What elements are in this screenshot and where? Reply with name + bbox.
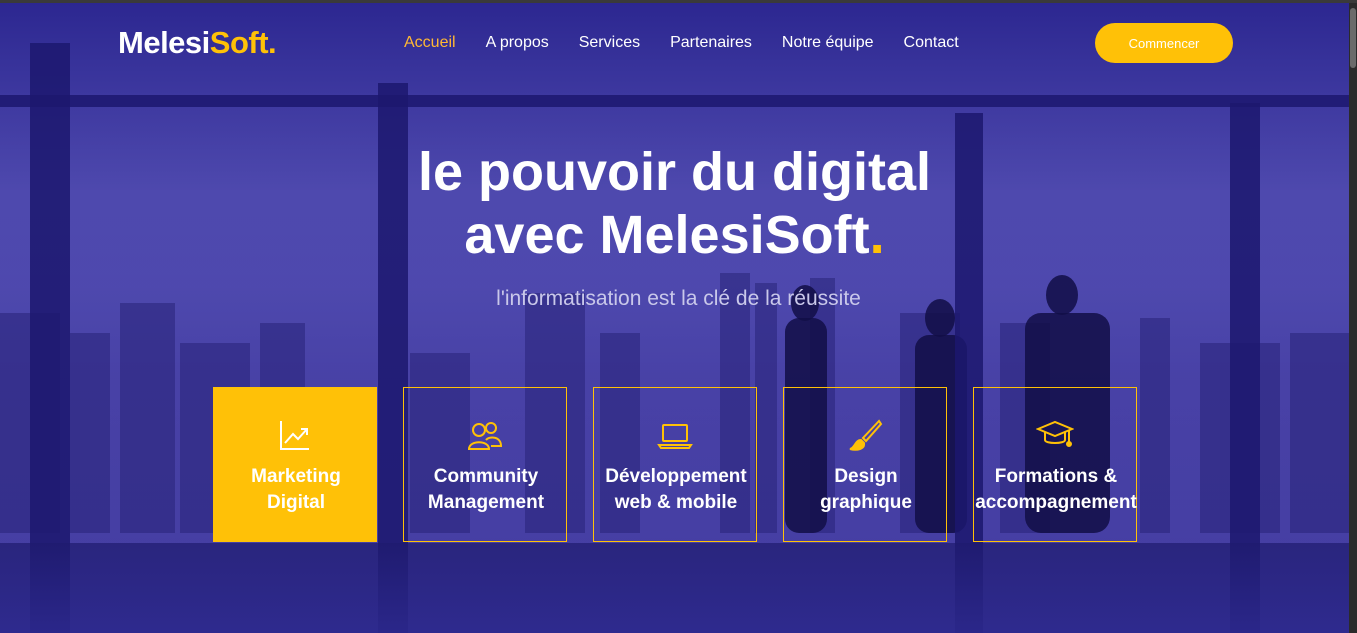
- service-card-title-line1: Développement: [605, 466, 747, 487]
- service-card-design-graphique[interactable]: Design graphique: [783, 387, 947, 542]
- service-card-title-line2: accompagnement: [975, 492, 1137, 513]
- service-card-title-line1: Design: [834, 466, 898, 487]
- service-card-developpement[interactable]: Développement web & mobile: [593, 387, 757, 542]
- hero-headline-line2-text: avec MelesiSoft: [464, 205, 870, 265]
- window-beam: [0, 95, 1349, 107]
- service-card-title-line2: Management: [427, 492, 545, 513]
- service-card-title: Développement web & mobile: [584, 464, 768, 516]
- hero-headline-line2: avec MelesiSoft.: [0, 204, 1349, 267]
- brand-name-main: Melesi: [118, 25, 210, 60]
- nav-link-partenaires[interactable]: Partenaires: [670, 34, 752, 52]
- service-card-title-line1: Community: [433, 466, 539, 487]
- commencer-button[interactable]: Commencer: [1095, 23, 1233, 63]
- brand-dot: .: [268, 25, 277, 60]
- floor: [0, 543, 1349, 633]
- graduation-cap-icon: [974, 418, 1136, 452]
- hero-headline: le pouvoir du digital avec MelesiSoft.: [0, 141, 1349, 267]
- hero-subtitle: l'informatisation est la clé de la réuss…: [496, 287, 861, 310]
- nav-link-contact[interactable]: Contact: [904, 34, 959, 52]
- users-icon: [404, 418, 566, 452]
- hero-headline-line1: le pouvoir du digital: [418, 142, 931, 202]
- service-card-community-management[interactable]: Community Management: [403, 387, 567, 542]
- chart-line-icon: [214, 418, 376, 452]
- service-card-title-line2: web & mobile: [614, 492, 738, 513]
- scrollbar-thumb[interactable]: [1350, 8, 1356, 68]
- paint-brush-icon: [784, 418, 946, 452]
- service-card-formations[interactable]: Formations & accompagnement: [973, 387, 1137, 542]
- nav-link-a-propos[interactable]: A propos: [486, 34, 549, 52]
- service-card-title-line1: Marketing: [251, 466, 341, 487]
- main-nav: Accueil A propos Services Partenaires No…: [404, 34, 989, 52]
- hero-section: MelesiSoft. Accueil A propos Services Pa…: [0, 3, 1349, 633]
- service-card-marketing-digital[interactable]: Marketing Digital: [213, 387, 377, 542]
- brand-logo[interactable]: MelesiSoft.: [118, 25, 277, 61]
- service-card-title: Formations & accompagnement: [964, 464, 1148, 516]
- service-card-title: Design graphique: [774, 464, 958, 516]
- service-card-title-line1: Formations &: [994, 466, 1118, 487]
- hero-headline-dot: .: [869, 205, 885, 265]
- service-card-title-line2: Digital: [266, 492, 326, 513]
- site-header: MelesiSoft. Accueil A propos Services Pa…: [0, 3, 1349, 83]
- service-card-title: Community Management: [394, 464, 578, 516]
- laptop-icon: [594, 418, 756, 452]
- brand-name-accent: Soft: [209, 25, 269, 60]
- service-card-title: Marketing Digital: [204, 464, 388, 516]
- nav-link-notre-equipe[interactable]: Notre équipe: [782, 34, 874, 52]
- scrollbar[interactable]: [1349, 3, 1357, 633]
- nav-link-services[interactable]: Services: [579, 34, 640, 52]
- nav-link-accueil[interactable]: Accueil: [404, 34, 456, 52]
- service-card-title-line2: graphique: [820, 492, 912, 513]
